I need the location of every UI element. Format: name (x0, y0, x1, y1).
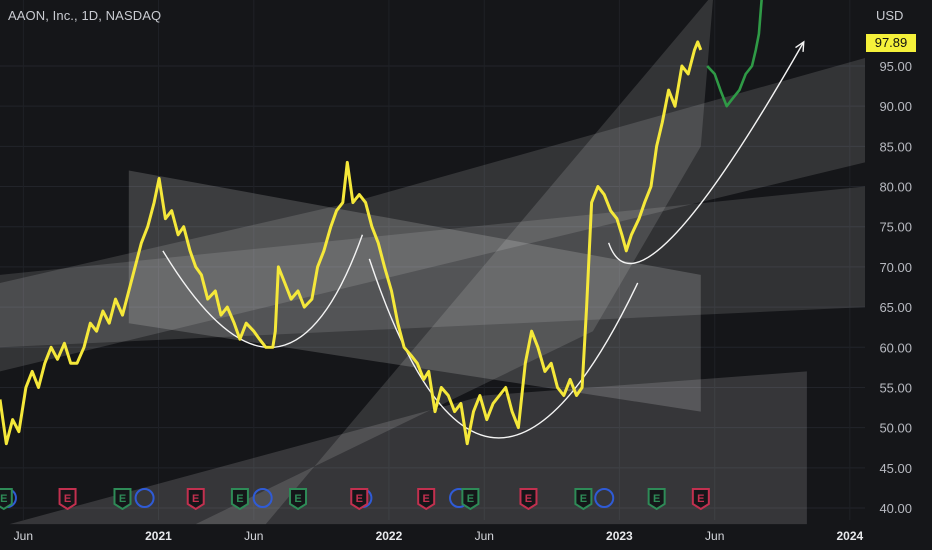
price-tick-label: 45.00 (879, 461, 912, 476)
earnings-badge-label: E (294, 493, 301, 505)
price-tick-label: 75.00 (879, 220, 912, 235)
earnings-marker: E (350, 488, 369, 511)
earnings-badge-label: E (580, 493, 587, 505)
earnings-badge-label: E (64, 493, 71, 505)
last-price-badge: 97.89 (866, 34, 916, 52)
price-tick-label: 80.00 (879, 180, 912, 195)
earnings-badge-label: E (525, 493, 532, 505)
time-tick-label: Jun (475, 529, 494, 543)
earnings-marker: E (691, 488, 710, 511)
price-tick-label: 90.00 (879, 99, 912, 114)
earnings-marker: E (289, 488, 308, 511)
earnings-marker: E (647, 488, 666, 511)
earnings-marker: E (113, 488, 132, 511)
earnings-marker: E (0, 488, 13, 511)
earnings-marker: E (519, 488, 538, 511)
time-tick-label: 2024 (836, 529, 863, 543)
price-tick-label: 95.00 (879, 59, 912, 74)
chart-title: AAON, Inc., 1D, NASDAQ (8, 8, 162, 23)
time-tick-label: Jun (244, 529, 263, 543)
time-tick-label: 2022 (376, 529, 403, 543)
earnings-marker: E (417, 488, 436, 511)
time-tick-label: Jun (705, 529, 724, 543)
chart-root: E E E E E E E E E E E E E 40.00 45.00 50.00 55.00 60.00 6… (0, 0, 932, 550)
earnings-badge-label: E (653, 493, 660, 505)
time-tick-label: Jun (14, 529, 33, 543)
earnings-marker: E (230, 488, 249, 511)
price-tick-label: 40.00 (879, 501, 912, 516)
earnings-badge-label: E (236, 493, 243, 505)
price-tick-label: 85.00 (879, 139, 912, 154)
time-tick-label: 2021 (145, 529, 172, 543)
earnings-marker: E (574, 488, 593, 511)
earnings-badge-label: E (192, 493, 199, 505)
earnings-badge-label: E (119, 493, 126, 505)
earnings-marker: E (58, 488, 77, 511)
earnings-marker: E (461, 488, 480, 511)
price-tick-label: 55.00 (879, 380, 912, 395)
earnings-badge-label: E (0, 493, 7, 505)
earnings-badge-label: E (356, 493, 363, 505)
time-tick-label: 2023 (606, 529, 633, 543)
earnings-badge-label: E (423, 493, 430, 505)
earnings-badge-label: E (467, 493, 474, 505)
price-tick-label: 50.00 (879, 421, 912, 436)
earnings-marker: E (186, 488, 205, 511)
price-unit-label: USD (876, 8, 904, 23)
price-tick-label: 60.00 (879, 340, 912, 355)
price-tick-label: 65.00 (879, 300, 912, 315)
price-chart[interactable]: E E E E E E E E E E E E E 40.00 45.00 50.00 55.00 60.00 6… (0, 0, 932, 550)
earnings-badge-label: E (697, 493, 704, 505)
price-tick-label: 70.00 (879, 260, 912, 275)
